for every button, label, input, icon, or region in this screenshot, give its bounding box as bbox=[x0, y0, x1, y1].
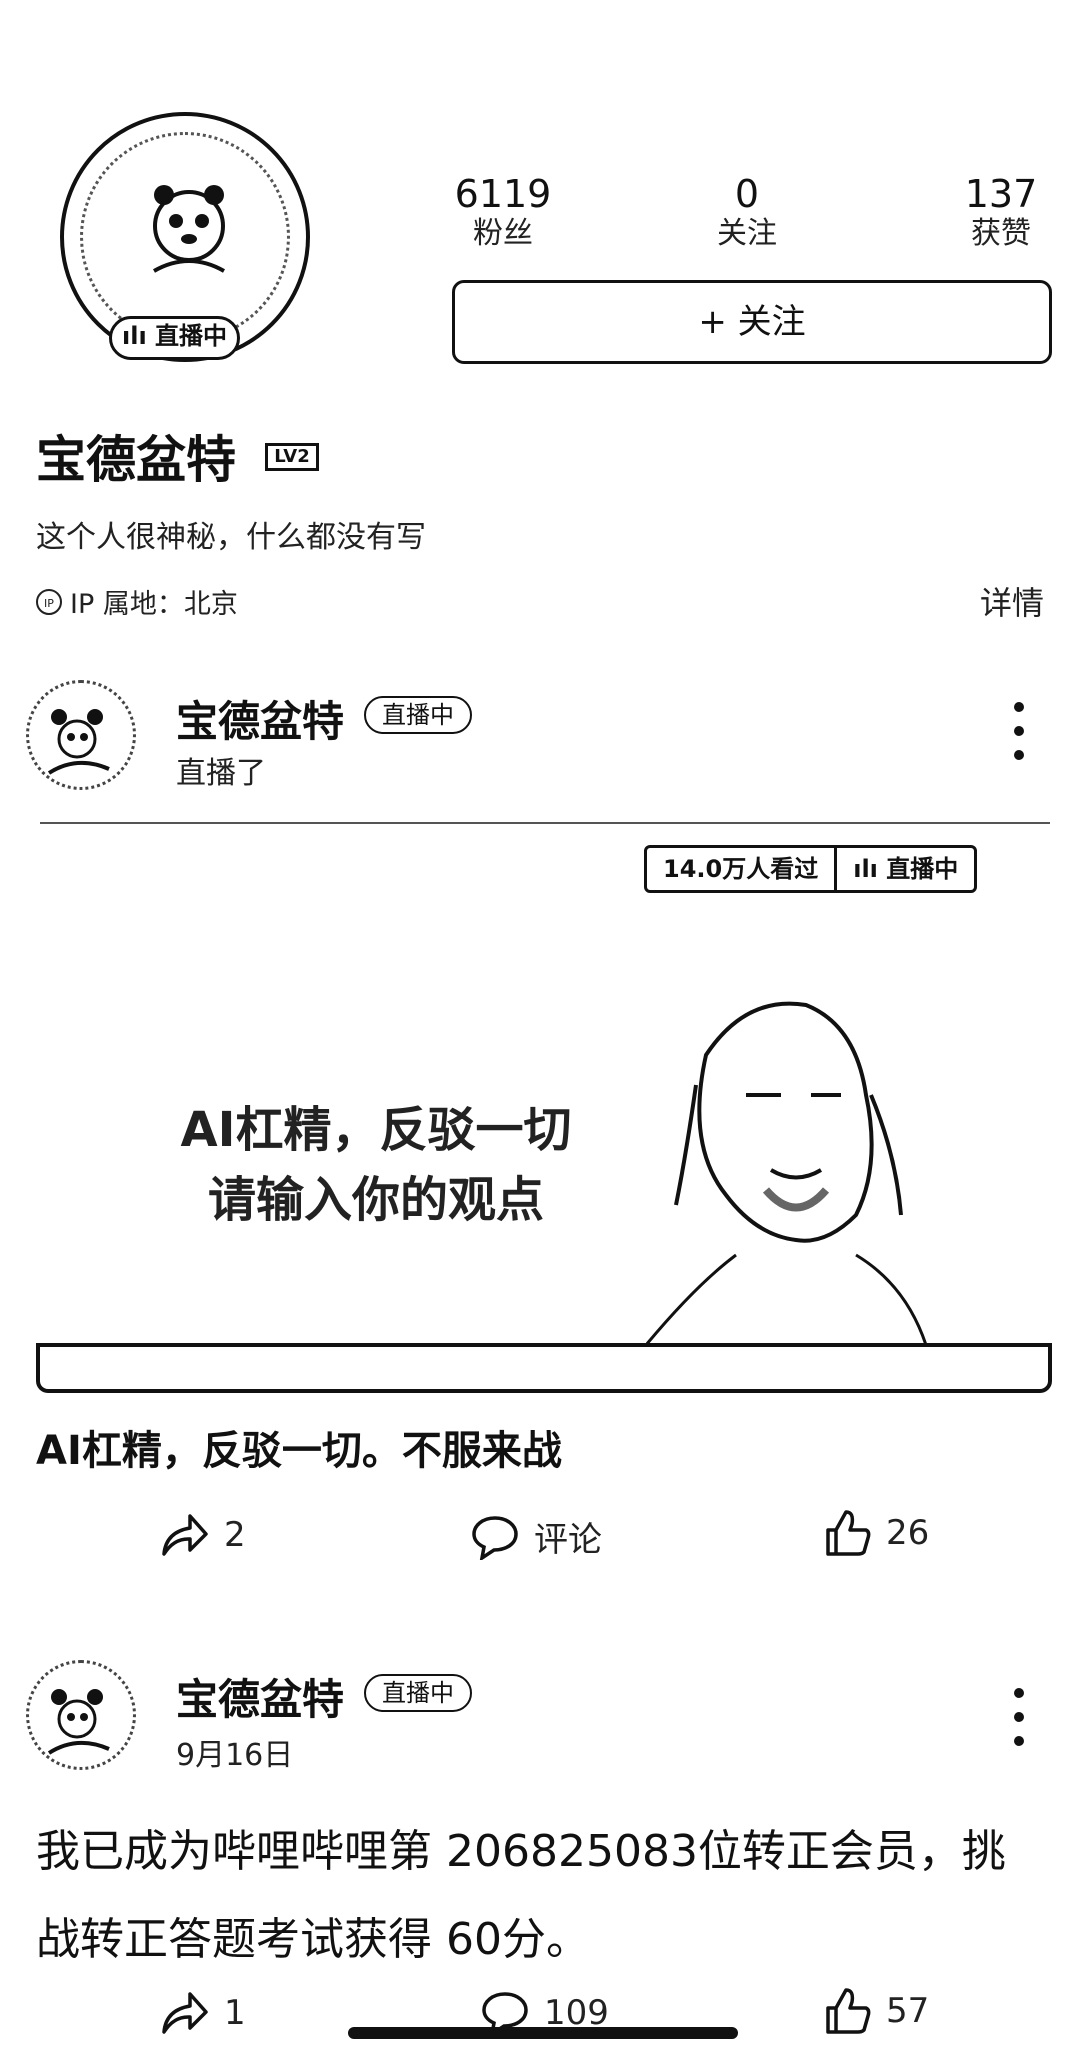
share-button[interactable]: 1 bbox=[160, 1990, 246, 2036]
comment-button[interactable]: 评论 bbox=[470, 1512, 602, 1561]
home-indicator[interactable] bbox=[348, 2027, 738, 2039]
profile-avatar[interactable]: ılı 直播中 bbox=[60, 112, 310, 362]
share-icon bbox=[162, 1992, 208, 2034]
more-icon[interactable] bbox=[1014, 702, 1024, 774]
post-text[interactable]: 我已成为哔哩哔哩第 206825083位转正会员，挑战转正答题考试获得 60分。 bbox=[36, 1808, 1036, 1984]
stat-likes[interactable]: 137 获赞 bbox=[946, 172, 1056, 252]
panda-avatar-icon bbox=[47, 1689, 110, 1755]
live-tag[interactable]: 直播中 bbox=[364, 1674, 472, 1712]
panda-avatar-icon bbox=[153, 185, 225, 273]
divider bbox=[40, 822, 1050, 824]
post-subtitle: 直播了 bbox=[176, 756, 266, 791]
follow-button[interactable]: + 关注 bbox=[452, 280, 1052, 364]
ip-location-text: IP 属地：北京 bbox=[70, 589, 238, 620]
share-button[interactable]: 2 bbox=[160, 1512, 246, 1558]
avatar-live-badge[interactable]: ılı 直播中 bbox=[109, 316, 241, 360]
live-wave-icon: ılı bbox=[122, 322, 147, 350]
video-caption-line1: AI杠精，反驳一切 bbox=[180, 1102, 572, 1158]
video-frame bbox=[36, 1345, 1052, 1393]
profile-bio: 这个人很神秘，什么都没有写 bbox=[36, 520, 426, 555]
panda-avatar-icon bbox=[47, 709, 110, 775]
live-tag[interactable]: 直播中 bbox=[364, 696, 472, 734]
like-icon bbox=[826, 1988, 871, 2034]
like-button[interactable]: 26 bbox=[824, 1508, 929, 1558]
post-title[interactable]: AI杠精，反驳一切。不服来战 bbox=[36, 1418, 562, 1476]
post-author-name[interactable]: 宝德盆特 bbox=[176, 1666, 344, 1727]
views-count: 14.0万人看过 bbox=[647, 848, 838, 890]
post-author-name[interactable]: 宝德盆特 bbox=[176, 688, 344, 749]
detail-link[interactable]: 详情 bbox=[980, 578, 1044, 624]
profile-username: 宝德盆特 bbox=[36, 431, 236, 489]
video-caption-line2: 请输入你的观点 bbox=[207, 1172, 544, 1228]
video-thumbnail[interactable]: AI杠精，反驳一切 请输入你的观点 bbox=[36, 905, 1052, 1393]
share-icon bbox=[162, 1514, 208, 1556]
live-status: ılı 直播中 bbox=[853, 855, 959, 883]
post-author-avatar[interactable] bbox=[26, 1660, 136, 1770]
like-icon bbox=[826, 1510, 871, 1556]
stat-following[interactable]: 0 关注 bbox=[692, 172, 802, 252]
level-badge: LV2 bbox=[265, 443, 319, 471]
ip-location: IP IP 属地：北京 bbox=[36, 582, 238, 621]
like-button[interactable]: 57 bbox=[824, 1986, 929, 2036]
live-views-badge: 14.0万人看过 ılı 直播中 bbox=[644, 845, 978, 893]
post-date: 9月16日 bbox=[176, 1738, 294, 1773]
more-icon[interactable] bbox=[1014, 1688, 1024, 1760]
post-author-avatar[interactable] bbox=[26, 680, 136, 790]
stat-followers[interactable]: 6119 粉丝 bbox=[448, 172, 558, 252]
ip-icon: IP bbox=[36, 588, 62, 615]
comment-icon bbox=[472, 1515, 518, 1560]
man-portrait-image bbox=[646, 1001, 928, 1345]
